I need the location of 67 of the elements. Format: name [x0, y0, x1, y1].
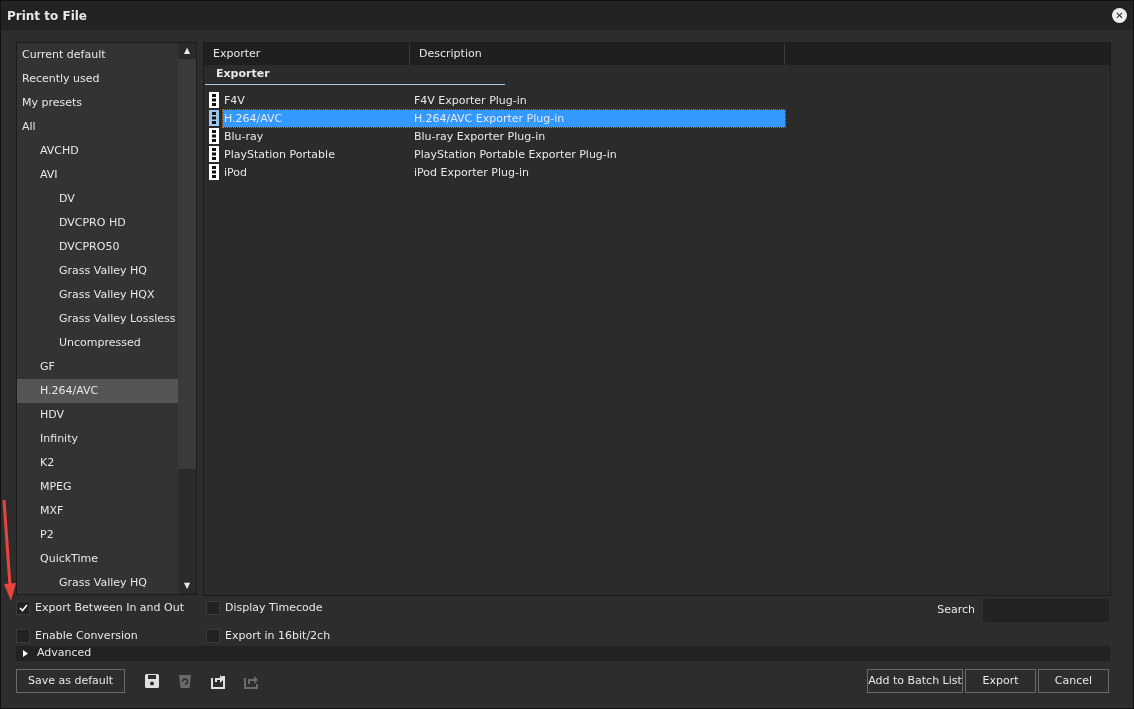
tree-item[interactable]: Grass Valley HQX [17, 283, 178, 307]
table-cell-text: H.264/AVC Exporter Plug-in [414, 110, 565, 127]
advanced-label: Advanced [37, 645, 92, 662]
column-header[interactable]: Description [410, 43, 785, 65]
tree-item[interactable]: Grass Valley Lossless [17, 307, 178, 331]
tree-item[interactable]: DVCPRO50 [17, 235, 178, 259]
column-header[interactable]: Exporter [204, 43, 410, 65]
tree-item[interactable]: DV [17, 187, 178, 211]
film-strip-icon [209, 128, 219, 144]
tree-item[interactable]: All [17, 115, 178, 139]
table-row[interactable]: PlayStation Portable PlayStation Portable Exporter Plug-in [223, 145, 785, 163]
table-cell-text: Blu-ray Exporter Plug-in [414, 128, 546, 145]
checkbox[interactable] [206, 601, 220, 616]
table-row[interactable]: Blu-ray Blu-ray Exporter Plug-in [223, 127, 785, 145]
table-row[interactable]: iPod iPod Exporter Plug-in [223, 163, 785, 181]
search-label: Search [937, 602, 975, 618]
tree-item[interactable]: Uncompressed [17, 331, 178, 355]
scroll-up-arrow[interactable]: ▲ [183, 43, 191, 59]
checkbox[interactable] [16, 601, 30, 616]
tree-item[interactable]: My presets [17, 91, 178, 115]
tree-item[interactable]: Grass Valley HQ [17, 571, 178, 595]
tree-item[interactable]: GF [17, 355, 178, 379]
box-arrow-icon[interactable] [209, 672, 228, 690]
dialog-button[interactable]: Add to Batch List [867, 669, 963, 693]
checkbox-label: Enable Conversion [35, 627, 138, 644]
scrollbar-thumb[interactable] [178, 59, 196, 469]
scroll-down-arrow[interactable]: ▼ [183, 578, 191, 594]
tree-item[interactable]: P2 [17, 523, 178, 547]
table-cell-text: iPod Exporter Plug-in [414, 164, 529, 181]
tree-item[interactable]: MPEG [17, 475, 178, 499]
table-cell-text: PlayStation Portable Exporter Plug-in [414, 146, 617, 163]
checkbox[interactable] [206, 628, 220, 643]
table-cell-text: F4V [223, 92, 246, 109]
table-cell-text: iPod [223, 164, 248, 181]
tree-item[interactable]: H.264/AVC [17, 379, 178, 403]
tree-item[interactable]: Grass Valley HQ [17, 259, 178, 283]
tree-item[interactable]: Recently used [17, 67, 178, 91]
dialog-button[interactable]: Cancel [1038, 669, 1109, 693]
tree-item[interactable]: K2 [17, 451, 178, 475]
table-cell-text: PlayStation Portable [223, 146, 336, 163]
checkbox-label: Export in 16bit/2ch [225, 627, 331, 644]
table-cell-text: H.264/AVC [223, 110, 284, 127]
group-header: Exporter [205, 65, 505, 85]
tree-item[interactable]: AVI [17, 163, 178, 187]
tree-item[interactable]: DVCPRO HD [17, 211, 178, 235]
tree-item[interactable]: HDV [17, 403, 178, 427]
close-button[interactable]: ✕ [1112, 8, 1127, 23]
checkbox[interactable] [16, 628, 30, 643]
expand-arrow-icon [22, 650, 29, 657]
tree-item[interactable]: MXF [17, 499, 178, 523]
film-strip-icon [209, 146, 219, 162]
checkbox-label: Export Between In and Out [35, 600, 184, 616]
film-strip-icon [209, 110, 219, 126]
table-cell-text: F4V Exporter Plug-in [414, 92, 527, 109]
tree-item[interactable]: Current default [17, 43, 178, 67]
table-cell-text: Blu-ray [223, 128, 265, 145]
tree-item[interactable]: AVCHD [17, 139, 178, 163]
tree-item[interactable]: Infinity [17, 427, 178, 451]
checkbox-label: Display Timecode [225, 600, 323, 616]
save-as-default-button[interactable]: Save as default [16, 669, 126, 693]
advanced-section[interactable]: Advanced [16, 646, 1110, 661]
table-row[interactable]: F4V F4V Exporter Plug-in [223, 91, 785, 109]
tree-item[interactable]: QuickTime [17, 547, 178, 571]
film-strip-icon [209, 164, 219, 180]
film-strip-icon [209, 92, 219, 108]
window-title: Print to File [7, 7, 87, 25]
dialog-button[interactable]: Export [965, 669, 1036, 693]
